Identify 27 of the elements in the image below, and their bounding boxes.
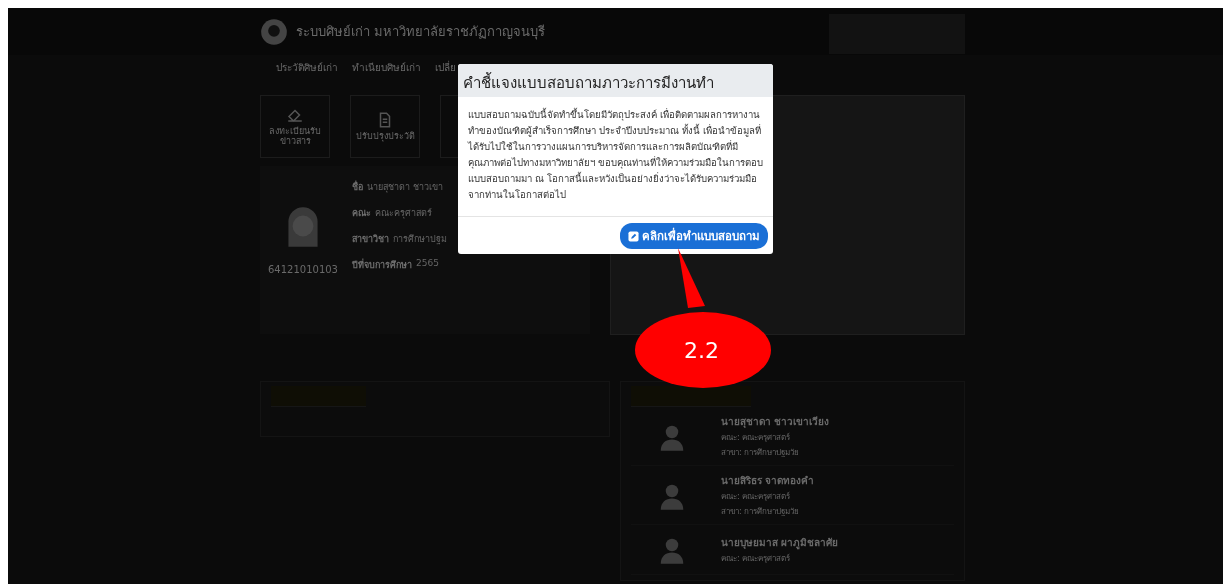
alumni-faculty: คณะ: คณะครุศาสตร์ xyxy=(721,491,792,503)
alumni-name: นายบุษยมาส ผาภูมิชลาศัย xyxy=(721,536,839,550)
field-value: การศึกษาปฐม xyxy=(393,233,447,246)
field-label: สาขาวิชา xyxy=(352,233,389,246)
dialog-text: แบบสอบถามฉบับนี้จัดทำขึ้นโดยมีวัตถุประสงค์ เพื่อติดตามผลการหางานทำของบัณฑิตผู้สำเร็จการศึกษา ประจำปีงบประมาณ ทั้งนี้ เพื่อนำข้อมูลที่ได้รับไปใช้ในการวางแผนการบริหารจัดการและการผลิตบัณฑิตที่มีคุณภาพต่อไปทางมหาวิทยาลัยฯ ขอบคุณท่านที่ให้ความร่วมมือในการตอบแบบสอบถามมา ณ โอกาสนี้และหวังเป็นอย่างยิ่งว่าจะได้รับความร่วมมือจากท่านในโอกาสต่อไป xyxy=(458,97,773,217)
nav-link[interactable]: เปลี่ย xyxy=(435,60,456,75)
survey-button[interactable]: คลิกเพื่อทำแบบสอบถาม xyxy=(620,223,768,249)
alumni-major: สาขา: การศึกษาปฐมวัย xyxy=(721,447,801,459)
field-value: นายสุชาดา ชาวเขา xyxy=(367,181,443,194)
alumni-name: นายสิริธร จาดทองคำ xyxy=(721,474,815,488)
alumni-faculty: คณะ: คณะครุศาสตร์ xyxy=(721,553,792,565)
menu-card[interactable]: ลงทะเบียนรับข่าวสาร xyxy=(260,95,330,158)
dialog-title: คำชี้แจงแบบสอบถามภาวะการมีงานทำ xyxy=(463,74,714,92)
site-title: ระบบศิษย์เก่า มหาวิทยาลัยราชภัฏกาญจนบุรี xyxy=(296,23,546,42)
alumni-name: นายสุชาดา ชาวเขาเวียง xyxy=(721,415,830,429)
nav-link[interactable]: ทำเนียบศิษย์เก่า xyxy=(352,60,421,75)
menu-card[interactable]: ปรับปรุงประวัติ xyxy=(350,95,420,158)
field-label: คณะ xyxy=(352,207,371,220)
student-id: 64121010103 xyxy=(268,264,338,275)
field-label: ชื่อ xyxy=(352,180,363,194)
field-value: 2565 xyxy=(416,258,439,270)
nav-link[interactable]: ประวัติศิษย์เก่า xyxy=(276,60,338,75)
field-label: ปีที่จบการศึกษา xyxy=(352,258,412,272)
callout-label: 2.2 xyxy=(684,338,719,363)
alumni-major: สาขา: การศึกษาปฐมวัย xyxy=(721,506,801,518)
alumni-faculty: คณะ: คณะครุศาสตร์ xyxy=(721,432,792,444)
field-value: คณะครุศาสตร์ xyxy=(375,207,432,220)
